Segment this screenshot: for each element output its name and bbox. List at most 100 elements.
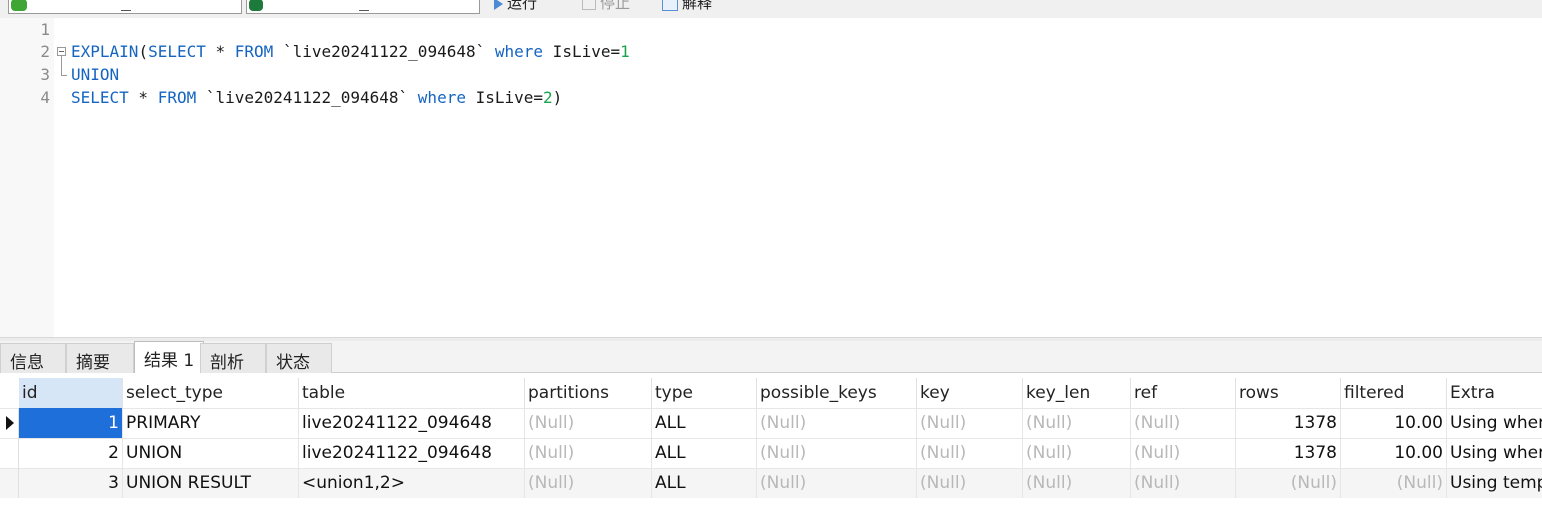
connection-select[interactable] (8, 0, 242, 14)
line-number-gutter: 1 2 3 4 (0, 18, 54, 337)
fold-end-marker (61, 75, 67, 76)
database-select[interactable] (246, 0, 480, 14)
tab-summary[interactable]: 摘要 (66, 343, 134, 373)
code-line: UNION (71, 64, 119, 86)
table-cell-table[interactable]: <union1,2> (299, 468, 525, 498)
table-cell-rows[interactable]: (Null) (1236, 468, 1341, 498)
table-cell-table[interactable]: live20241122_094648 (299, 438, 525, 468)
row-indicator[interactable] (0, 408, 19, 438)
sql-keyword: UNION (71, 65, 120, 84)
table-cell-filtered[interactable]: 10.00 (1341, 438, 1447, 468)
play-icon (494, 0, 503, 10)
sql-editor[interactable]: 1 2 3 4 EXPLAIN(SELECT * FROM `live20241… (0, 18, 1542, 337)
table-cell-rows[interactable]: 1378 (1236, 408, 1341, 438)
table-cell-extra[interactable]: Using where (1447, 438, 1542, 468)
column-header-partitions[interactable]: partitions (525, 378, 652, 408)
column-header-select-type[interactable]: select_type (123, 378, 299, 408)
sql-text: ) (552, 88, 563, 107)
sql-keyword: FROM (234, 42, 274, 61)
code-line: EXPLAIN(SELECT * FROM `live20241122_0946… (71, 41, 630, 63)
connection-select-text (121, 10, 131, 11)
column-header-filtered[interactable]: filtered (1341, 378, 1447, 408)
sql-text: * (128, 88, 158, 107)
sql-text: IsLive= (465, 88, 544, 107)
table-cell-key-len[interactable]: (Null) (1023, 438, 1131, 468)
table-cell-filtered[interactable]: 10.00 (1341, 408, 1447, 438)
line-number: 4 (40, 88, 50, 107)
table-cell-key[interactable]: (Null) (917, 438, 1023, 468)
column-header-id[interactable]: id (19, 378, 123, 408)
table-cell-id[interactable]: 1 (19, 408, 123, 438)
table-cell-type[interactable]: ALL (652, 468, 757, 498)
table-cell-partitions[interactable]: (Null) (525, 468, 652, 498)
column-header-ref[interactable]: ref (1131, 378, 1236, 408)
table-cell-select-type[interactable]: UNION (123, 438, 299, 468)
table-cell-table[interactable]: live20241122_094648 (299, 408, 525, 438)
sql-keyword: SELECT (71, 88, 129, 107)
table-cell-extra[interactable]: Using temporary (1447, 468, 1542, 498)
fold-toggle-icon[interactable] (57, 47, 66, 56)
table-cell-extra[interactable]: Using where (1447, 408, 1542, 438)
table-cell-partitions[interactable]: (Null) (525, 408, 652, 438)
table-cell-key[interactable]: (Null) (917, 408, 1023, 438)
database-icon (249, 0, 263, 11)
tab-result-1[interactable]: 结果 1 (134, 341, 204, 373)
sql-number: 2 (543, 88, 553, 107)
sql-keyword: where (494, 42, 544, 61)
sql-text: `live20241122_094648` (273, 42, 495, 61)
database-select-text (359, 10, 369, 11)
table-cell-filtered[interactable]: (Null) (1341, 468, 1447, 498)
column-header-table[interactable]: table (299, 378, 525, 408)
sql-number: 1 (620, 42, 630, 61)
result-tab-bar: 信息 摘要 结果 1 剖析 状态 (0, 341, 1542, 373)
stop-icon (582, 0, 596, 10)
table-cell-ref[interactable]: (Null) (1131, 408, 1236, 438)
column-header-type[interactable]: type (652, 378, 757, 408)
line-number: 3 (40, 65, 50, 84)
sql-keyword: FROM (157, 88, 197, 107)
table-cell-partitions[interactable]: (Null) (525, 438, 652, 468)
table-cell-ref[interactable]: (Null) (1131, 438, 1236, 468)
explain-button[interactable]: 解释 (662, 0, 712, 12)
table-cell-possible-keys[interactable]: (Null) (757, 438, 917, 468)
run-button[interactable]: 运行 (494, 0, 537, 12)
table-cell-type[interactable]: ALL (652, 408, 757, 438)
tab-profile[interactable]: 剖析 (200, 343, 266, 373)
column-header-possible-keys[interactable]: possible_keys (757, 378, 917, 408)
result-grid: id select_type table partitions type possible… (0, 373, 1542, 516)
table-cell-id[interactable]: 3 (19, 468, 123, 498)
toolbar: 运行 停止 解释 (0, 0, 1542, 18)
sql-text: IsLive= (543, 42, 621, 61)
line-number: 2 (40, 42, 50, 61)
stop-button-label: 停止 (600, 0, 631, 12)
table-cell-key[interactable]: (Null) (917, 468, 1023, 498)
sql-keyword: where (417, 88, 466, 107)
table-cell-select-type[interactable]: PRIMARY (123, 408, 299, 438)
sql-text: * (205, 42, 235, 61)
tab-status[interactable]: 状态 (266, 343, 332, 373)
table-cell-key-len[interactable]: (Null) (1023, 408, 1131, 438)
table-cell-rows[interactable]: 1378 (1236, 438, 1341, 468)
table-cell-possible-keys[interactable]: (Null) (757, 408, 917, 438)
table-cell-type[interactable]: ALL (652, 438, 757, 468)
table-cell-key-len[interactable]: (Null) (1023, 468, 1131, 498)
sql-text: ( (138, 42, 149, 61)
tab-info[interactable]: 信息 (0, 343, 66, 373)
column-header-key-len[interactable]: key_len (1023, 378, 1131, 408)
stop-button[interactable]: 停止 (582, 0, 630, 12)
fold-guide (61, 56, 62, 75)
code-line: SELECT * FROM `live20241122_094648` wher… (71, 87, 562, 109)
table-cell-possible-keys[interactable]: (Null) (757, 468, 917, 498)
column-header-key[interactable]: key (917, 378, 1023, 408)
column-header-extra[interactable]: Extra (1447, 378, 1542, 408)
current-row-arrow-icon (6, 416, 14, 430)
run-button-label: 运行 (507, 0, 538, 12)
row-indicator[interactable] (0, 438, 19, 468)
table-cell-id[interactable]: 2 (19, 438, 123, 468)
row-indicator[interactable] (0, 468, 19, 498)
explain-icon (662, 0, 678, 11)
table-cell-ref[interactable]: (Null) (1131, 468, 1236, 498)
table-cell-select-type[interactable]: UNION RESULT (123, 468, 299, 498)
column-header-rows[interactable]: rows (1236, 378, 1341, 408)
sql-keyword: EXPLAIN (71, 42, 139, 61)
